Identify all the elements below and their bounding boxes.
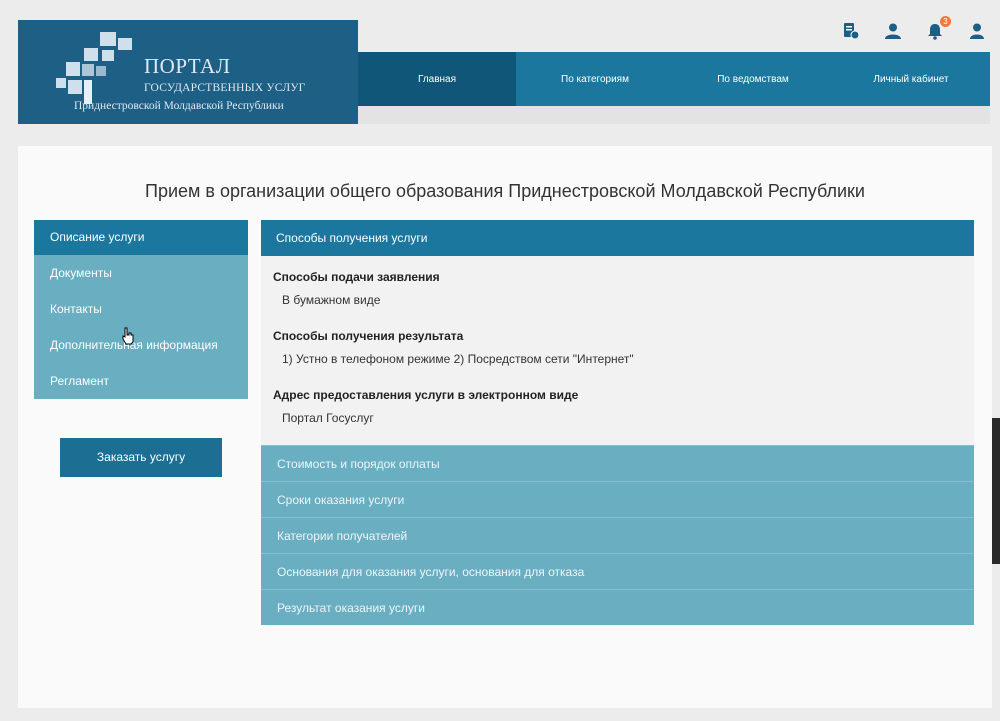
nav-item-categories[interactable]: По категориям [516, 52, 674, 106]
logo-mosaic-icon [56, 32, 136, 104]
field-value: Портал Госуслуг [282, 411, 374, 425]
field-value: В бумажном виде [282, 293, 381, 307]
sidebar-item-description[interactable]: Описание услуги [34, 220, 248, 255]
nav-item-personal-cabinet[interactable]: Личный кабинет [832, 52, 990, 106]
nav-item-departments[interactable]: По ведомствам [674, 52, 832, 106]
field-label: Адрес предоставления услуги в электронно… [273, 388, 579, 402]
sidebar-item-additional-info[interactable]: Дополнительная информация [34, 327, 248, 363]
user-icon[interactable] [968, 22, 986, 40]
accordion-item-result[interactable]: Результат оказания услуги [261, 589, 974, 625]
logo-title: ПОРТАЛ [144, 54, 231, 78]
field-value: 1) Устно в телефоном режиме 2) Посредств… [282, 352, 634, 366]
site-logo[interactable]: ПОРТАЛ ГОСУДАРСТВЕННЫХ УСЛУГ Приднестров… [18, 20, 376, 124]
sidebar-item-regulation[interactable]: Регламент [34, 363, 248, 399]
accordion-item-grounds[interactable]: Основания для оказания услуги, основания… [261, 553, 974, 589]
accordion-body: Способы подачи заявления В бумажном виде… [261, 256, 974, 445]
order-service-button[interactable]: Заказать услугу [60, 438, 222, 477]
window-edge [992, 418, 1000, 564]
accordion-item-terms[interactable]: Сроки оказания услуги [261, 481, 974, 517]
accordion-item-cost[interactable]: Стоимость и порядок оплаты [261, 445, 974, 481]
sidebar-item-documents[interactable]: Документы [34, 255, 248, 291]
logo-subtitle: ГОСУДАРСТВЕННЫХ УСЛУГ [144, 82, 306, 94]
page-title: Прием в организации общего образования П… [145, 181, 865, 201]
field-result-methods: Способы получения результата 1) Устно в … [273, 329, 962, 366]
accordion-item-recipients[interactable]: Категории получателей [261, 517, 974, 553]
sidebar: Описание услуги Документы Контакты Допол… [34, 220, 248, 399]
field-submission-methods: Способы подачи заявления В бумажном виде [273, 270, 962, 307]
field-label: Способы получения результата [273, 329, 464, 343]
field-electronic-address: Адрес предоставления услуги в электронно… [273, 388, 962, 425]
user-icon[interactable] [884, 22, 902, 40]
nav-item-home[interactable]: Главная [358, 52, 516, 106]
nav-underlay [358, 106, 990, 124]
service-details: Способы получения услуги Способы подачи … [261, 220, 974, 625]
document-edit-icon[interactable] [842, 22, 860, 40]
accordion-header-receive-methods[interactable]: Способы получения услуги [261, 220, 974, 256]
logo-region: Приднестровской Молдавской Республики [74, 100, 284, 112]
hand-cursor-icon [121, 327, 135, 345]
main-card: Прием в организации общего образования П… [18, 146, 992, 708]
top-icons-bar: 3 [842, 16, 986, 40]
notification-badge: 3 [940, 16, 951, 27]
sidebar-item-contacts[interactable]: Контакты [34, 291, 248, 327]
bell-icon[interactable]: 3 [926, 16, 951, 40]
main-nav: Главная По категориям По ведомствам Личн… [358, 52, 990, 106]
field-label: Способы подачи заявления [273, 270, 440, 284]
